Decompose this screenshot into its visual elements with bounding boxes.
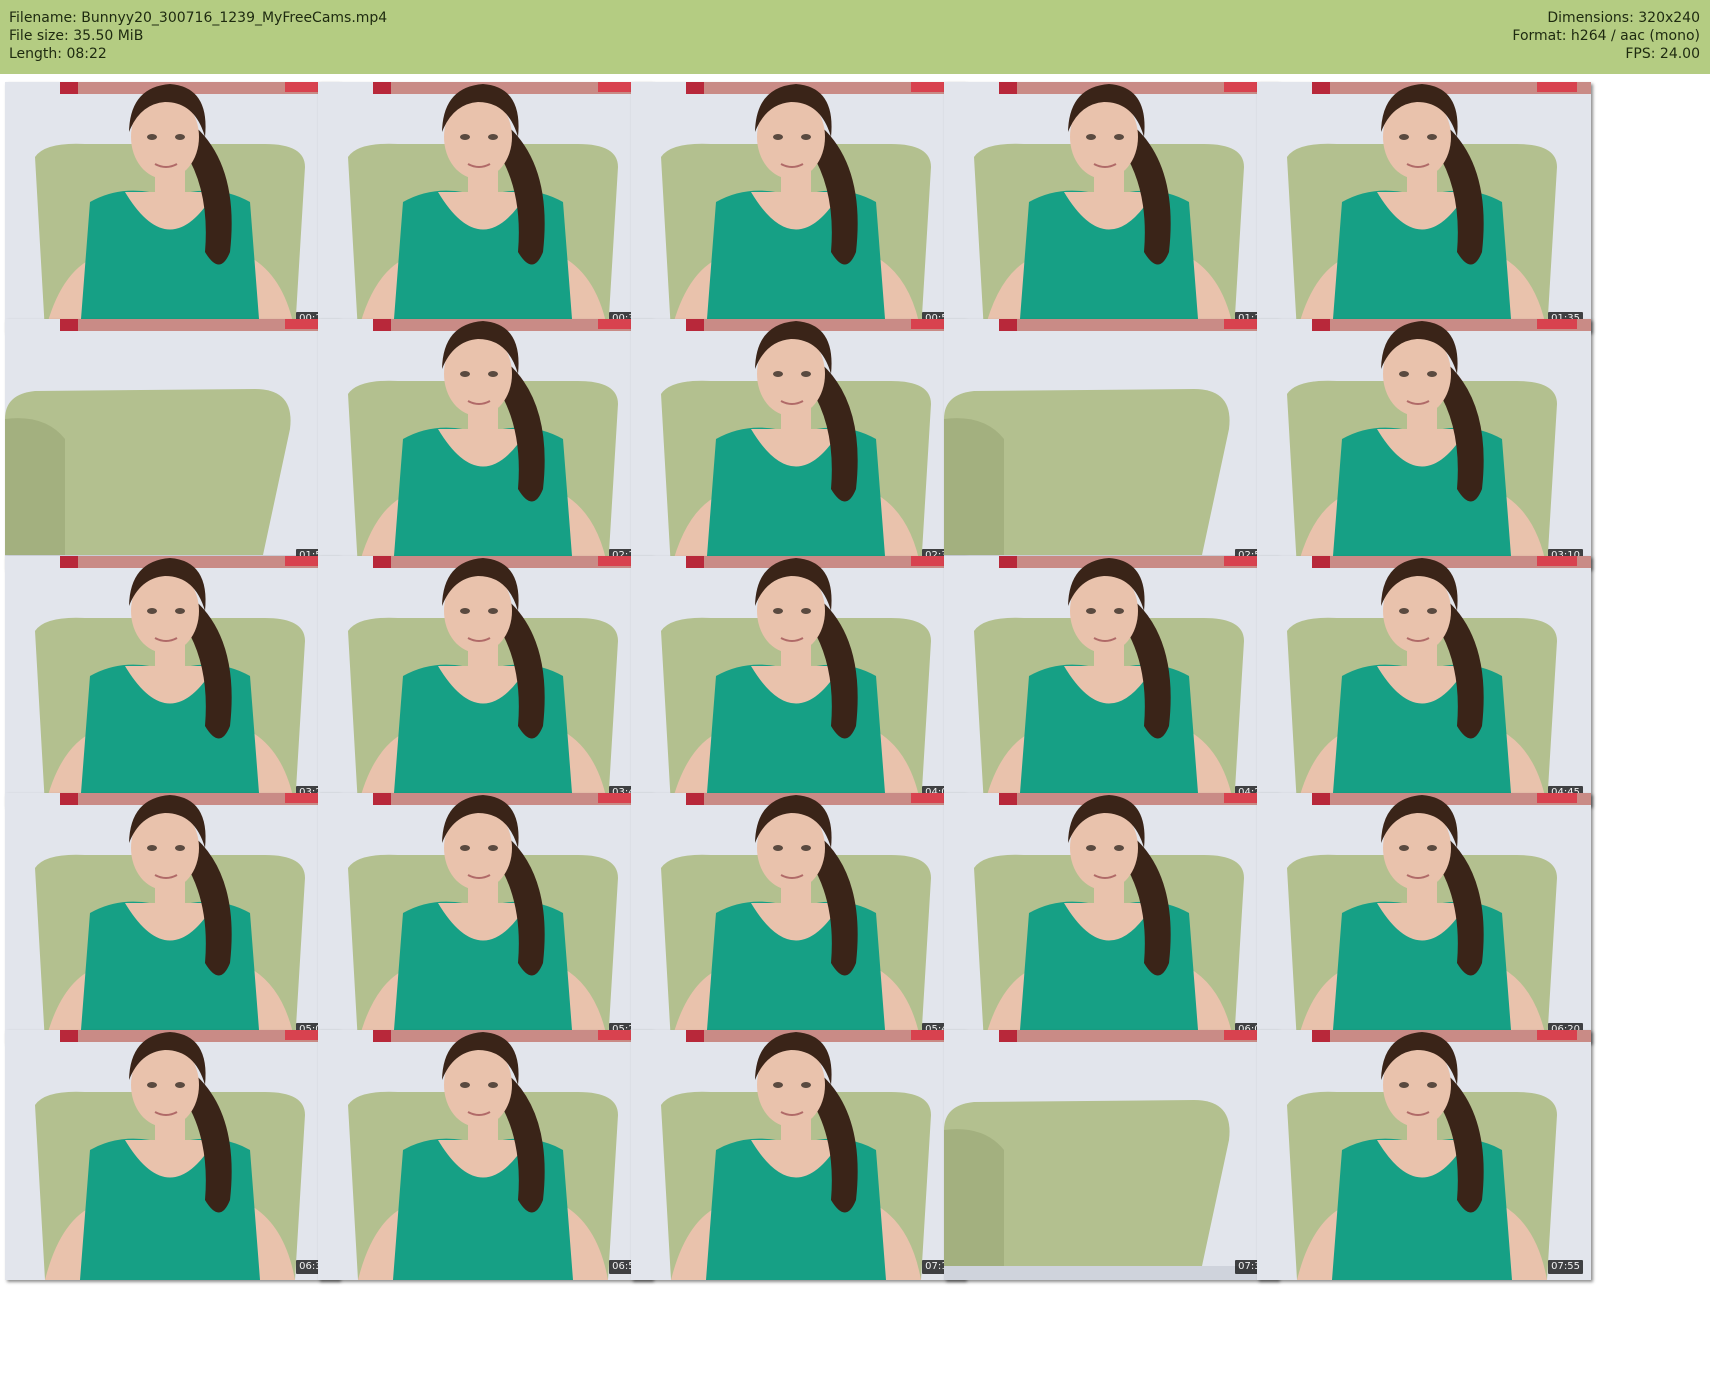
webcam-frame-image [1257, 319, 1591, 569]
webcam-frame-image [318, 556, 652, 806]
video-thumbnail: 01:54 [5, 319, 339, 569]
video-thumbnail: 06:58 [318, 1030, 652, 1280]
video-thumbnail: 01:35 [1257, 82, 1591, 332]
webcam-frame-image [1257, 1030, 1591, 1280]
webcam-frame-image [944, 793, 1278, 1043]
empty-chair-frame-image [944, 1030, 1278, 1280]
video-thumbnail: 02:13 [318, 319, 652, 569]
webcam-frame-image [631, 793, 965, 1043]
empty-chair-frame-image [944, 319, 1278, 569]
thumbnail-grid: 00:1900:3800:5701:1601:35 01:5402:1302:32… [0, 82, 1710, 1373]
fps-text: FPS: 24.00 [1625, 46, 1700, 62]
video-thumbnail: 00:38 [318, 82, 652, 332]
video-thumbnail: 04:26 [944, 556, 1278, 806]
webcam-frame-image [631, 319, 965, 569]
video-thumbnail: 03:48 [318, 556, 652, 806]
video-thumbnail: 05:23 [318, 793, 652, 1043]
webcam-frame-image [631, 82, 965, 332]
webcam-frame-image [1257, 793, 1591, 1043]
video-thumbnail: 06:39 [5, 1030, 339, 1280]
filesize-text: File size: 35.50 MiB [9, 28, 144, 44]
video-thumbnail: 03:29 [5, 556, 339, 806]
webcam-frame-image [944, 556, 1278, 806]
webcam-frame-image [5, 82, 339, 332]
webcam-frame-image [318, 1030, 652, 1280]
webcam-frame-image [5, 556, 339, 806]
timestamp-label: 07:55 [1548, 1260, 1583, 1274]
video-thumbnail: 00:19 [5, 82, 339, 332]
video-thumbnail: 07:55 [1257, 1030, 1591, 1280]
webcam-frame-image [944, 82, 1278, 332]
video-thumbnail: 01:16 [944, 82, 1278, 332]
video-thumbnail: 06:20 [1257, 793, 1591, 1043]
webcam-frame-image [1257, 556, 1591, 806]
file-info-right: Dimensions: 320x240 Format: h264 / aac (… [1512, 9, 1700, 63]
video-thumbnail: 05:04 [5, 793, 339, 1043]
video-thumbnail: 07:36 [944, 1030, 1278, 1280]
video-thumbnail: 07:17 [631, 1030, 965, 1280]
length-text: Length: 08:22 [9, 46, 107, 62]
dimensions-text: Dimensions: 320x240 [1547, 10, 1700, 26]
video-thumbnail: 02:51 [944, 319, 1278, 569]
video-thumbnail: 00:57 [631, 82, 965, 332]
video-thumbnail: 04:45 [1257, 556, 1591, 806]
video-thumbnail: 04:07 [631, 556, 965, 806]
video-thumbnail: 06:01 [944, 793, 1278, 1043]
file-info-left: Filename: Bunnyy20_300716_1239_MyFreeCam… [9, 9, 387, 63]
webcam-frame-image [318, 82, 652, 332]
webcam-frame-image [5, 793, 339, 1043]
video-thumbnail: 02:32 [631, 319, 965, 569]
video-thumbnail: 03:10 [1257, 319, 1591, 569]
video-thumbnail: 05:42 [631, 793, 965, 1043]
empty-chair-frame-image [5, 319, 339, 569]
webcam-frame-image [318, 319, 652, 569]
webcam-frame-image [318, 793, 652, 1043]
info-header: Filename: Bunnyy20_300716_1239_MyFreeCam… [0, 0, 1710, 74]
webcam-frame-image [631, 556, 965, 806]
webcam-frame-image [631, 1030, 965, 1280]
webcam-frame-image [5, 1030, 339, 1280]
webcam-frame-image [1257, 82, 1591, 332]
format-text: Format: h264 / aac (mono) [1512, 28, 1700, 44]
filename-text: Filename: Bunnyy20_300716_1239_MyFreeCam… [9, 10, 388, 26]
